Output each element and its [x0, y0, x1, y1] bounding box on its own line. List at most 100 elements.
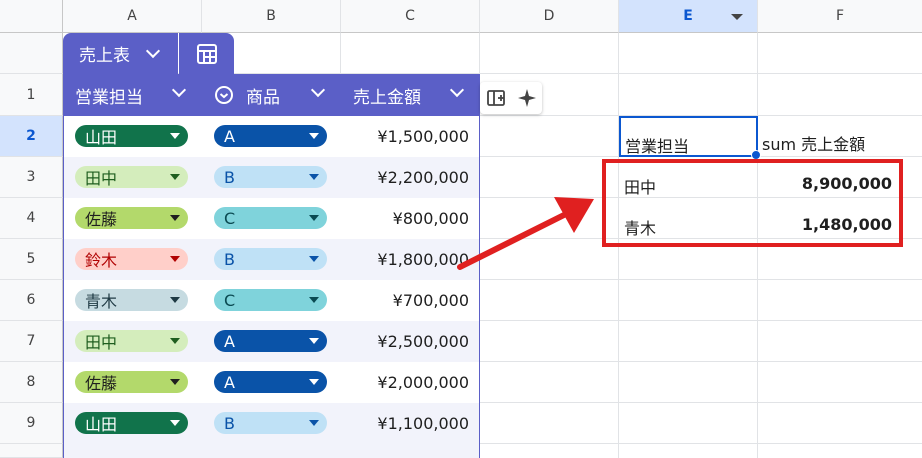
dropdown-arrow-icon	[309, 256, 319, 262]
table-header-amount[interactable]: 売上金額	[341, 74, 480, 116]
dropdown-chip[interactable]: 鈴木	[75, 248, 188, 270]
chip-label: 山田	[85, 415, 118, 434]
dropdown-chip[interactable]: 山田	[75, 125, 188, 147]
chip-label: A	[224, 126, 235, 146]
dropdown-arrow-icon	[309, 174, 319, 180]
dropdown-arrow-icon	[309, 379, 319, 385]
dropdown-arrow-icon	[309, 420, 319, 426]
row-label: 7	[26, 333, 36, 349]
dropdown-chip[interactable]: B	[214, 166, 327, 188]
amount-cell: ¥2,000,000	[377, 373, 469, 392]
dropdown-arrow-icon	[309, 338, 319, 344]
dropdown-chip[interactable]: B	[214, 412, 327, 434]
row-label: 6	[26, 292, 36, 308]
column-label: B	[266, 8, 276, 24]
row-label: 3	[26, 169, 36, 185]
header-label: 営業担当	[75, 87, 143, 108]
chevron-down-icon[interactable]	[310, 82, 326, 98]
dropdown-arrow-icon	[309, 133, 319, 139]
pivot-header-sum: sum 売上金額	[762, 135, 866, 154]
amount-cell: ¥2,500,000	[377, 332, 469, 351]
chip-label: 佐藤	[85, 374, 118, 393]
table-name-tab[interactable]: 売上表	[63, 33, 178, 74]
dropdown-chip-icon	[215, 86, 233, 104]
dropdown-chip[interactable]: A	[214, 330, 327, 352]
table-header-product[interactable]: 商品	[202, 74, 341, 116]
dropdown-arrow-icon	[309, 215, 319, 221]
row-header-9[interactable]: 9	[0, 403, 63, 444]
row-header-1[interactable]: 1	[0, 74, 63, 116]
dropdown-chip[interactable]: A	[214, 371, 327, 393]
chip-label: 田中	[85, 169, 118, 188]
column-label: D	[543, 8, 555, 24]
dropdown-chip[interactable]: 田中	[75, 330, 188, 352]
column-header-c[interactable]: C	[341, 0, 480, 33]
chevron-down-icon[interactable]	[145, 43, 161, 59]
amount-cell: ¥700,000	[392, 291, 469, 310]
row-label: 2	[26, 128, 36, 144]
chip-label: 山田	[85, 128, 118, 147]
column-header-d[interactable]: D	[480, 0, 619, 33]
table-border-right	[479, 116, 480, 458]
dropdown-arrow-icon	[309, 297, 319, 303]
corner-cell[interactable]	[0, 0, 63, 33]
dropdown-chip[interactable]: C	[214, 289, 327, 311]
column-label: F	[835, 8, 845, 24]
dropdown-arrow-icon	[170, 256, 180, 262]
column-label: E	[683, 8, 693, 24]
row-header-3[interactable]: 3	[0, 157, 63, 198]
amount-cell: ¥1,500,000	[377, 127, 469, 146]
dropdown-arrow-icon	[170, 174, 180, 180]
dropdown-chip[interactable]: 佐藤	[75, 371, 188, 393]
dropdown-arrow-icon	[170, 133, 180, 139]
column-label: A	[127, 8, 137, 24]
chevron-down-icon[interactable]	[449, 82, 465, 98]
table-grid-button[interactable]	[179, 33, 234, 74]
column-menu-icon[interactable]	[731, 14, 743, 20]
row-label: 8	[26, 374, 36, 390]
row-label: 9	[26, 415, 36, 431]
row-header-4[interactable]: 4	[0, 198, 63, 239]
column-header-f[interactable]: F	[758, 0, 922, 33]
header-label: 商品	[246, 87, 280, 108]
table-name: 売上表	[79, 46, 130, 66]
chip-label: C	[224, 208, 236, 228]
dropdown-arrow-icon	[170, 420, 180, 426]
column-header-a[interactable]: A	[63, 0, 202, 33]
table-tab-row-header	[0, 33, 63, 74]
column-header-b[interactable]: B	[202, 0, 341, 33]
chip-label: B	[224, 249, 235, 269]
row-label: 1	[26, 86, 36, 103]
chip-label: 青木	[85, 292, 118, 311]
column-header-e[interactable]: E	[619, 0, 758, 33]
dropdown-chip[interactable]: 田中	[75, 166, 188, 188]
selected-cell-e2[interactable]: 営業担当	[619, 116, 761, 160]
chip-label: C	[224, 290, 236, 310]
dropdown-chip[interactable]: 山田	[75, 412, 188, 434]
convert-table-icon[interactable]	[486, 88, 506, 108]
table-row	[64, 444, 479, 458]
row-header-10[interactable]	[0, 444, 63, 458]
row-header-8[interactable]: 8	[0, 362, 63, 403]
row-header-6[interactable]: 6	[0, 280, 63, 321]
sparkle-icon[interactable]	[517, 88, 537, 108]
highlight-box	[602, 159, 903, 247]
dropdown-arrow-icon	[170, 338, 180, 344]
dropdown-chip[interactable]: A	[214, 125, 327, 147]
chip-label: 佐藤	[85, 210, 118, 229]
table-icon	[196, 43, 217, 64]
dropdown-chip[interactable]: 青木	[75, 289, 188, 311]
row-header-7[interactable]: 7	[0, 321, 63, 362]
header-label: 売上金額	[353, 87, 421, 108]
row-header-2[interactable]: 2	[0, 116, 63, 157]
chevron-down-icon[interactable]	[171, 82, 187, 98]
dropdown-arrow-icon	[170, 297, 180, 303]
pivot-header-person: 営業担当	[625, 137, 690, 156]
chip-label: 田中	[85, 333, 118, 352]
table-header-person[interactable]: 営業担当	[63, 74, 202, 116]
dropdown-chip[interactable]: 佐藤	[75, 207, 188, 229]
dropdown-chip[interactable]: B	[214, 248, 327, 270]
row-header-5[interactable]: 5	[0, 239, 63, 280]
dropdown-arrow-icon	[170, 379, 180, 385]
dropdown-chip[interactable]: C	[214, 207, 327, 229]
